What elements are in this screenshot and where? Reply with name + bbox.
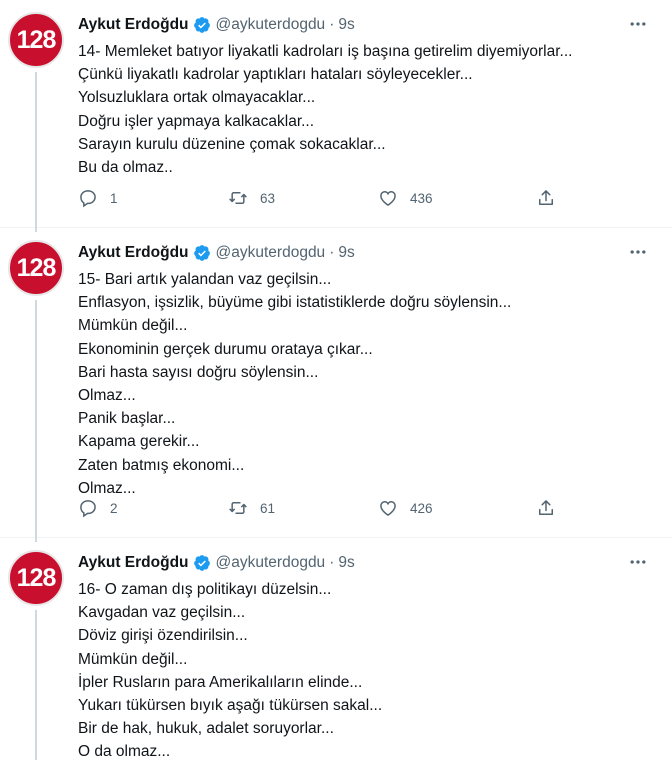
tweet-line: Zaten batmış ekonomi...	[78, 456, 245, 474]
like-button[interactable]: 426	[378, 498, 536, 518]
tweet-header: Aykut Erdoğdu @aykuterdogdu · 9s	[78, 552, 652, 574]
tweet-line: Bari hasta sayısı doğru söylensin...	[78, 363, 319, 381]
timeline: 128 Aykut Erdoğdu @aykuterdogdu · 9s 14-…	[0, 0, 672, 760]
tweet-line: Olmaz...	[78, 386, 136, 404]
tweet-header: Aykut Erdoğdu @aykuterdogdu · 9s	[78, 14, 652, 36]
tweet[interactable]: 128 Aykut Erdoğdu @aykuterdogdu · 9s 14-…	[0, 0, 672, 232]
tweet-line: Enflasyon, işsizlik, büyüme gibi istatis…	[78, 294, 512, 312]
retweet-count: 61	[260, 500, 276, 516]
more-options-icon[interactable]	[626, 240, 650, 264]
author-name[interactable]: Aykut Erdoğdu	[78, 16, 189, 34]
share-button[interactable]	[536, 498, 556, 518]
heart-icon	[380, 500, 396, 516]
tweet-line: Sarayın kurulu düzenine çomak sokacaklar…	[78, 135, 386, 153]
more-options-icon[interactable]	[626, 12, 650, 36]
tweet-text: 15- Bari artık yalandan vaz geçilsin... …	[78, 268, 652, 500]
tweet-line: Kapama gerekir...	[78, 433, 200, 451]
tweet-actions: 2 61 426	[78, 496, 612, 520]
thread-line	[35, 72, 37, 232]
reply-count: 1	[110, 190, 118, 206]
avatar[interactable]: 128	[8, 12, 64, 68]
tweet-line: Bu da olmaz..	[78, 158, 173, 176]
retweet-button[interactable]: 61	[228, 498, 378, 518]
tweet-line: 15- Bari artık yalandan vaz geçilsin...	[78, 271, 332, 288]
thread-line	[35, 610, 37, 760]
timestamp[interactable]: 9s	[338, 244, 354, 262]
retweet-icon	[229, 502, 247, 514]
tweet[interactable]: 128 Aykut Erdoğdu @aykuterdogdu · 9s 16-…	[0, 538, 672, 760]
tweet-line: Mümkün değil...	[78, 650, 188, 668]
tweet-text: 14- Memleket batıyor liyakatli kadroları…	[78, 40, 652, 179]
tweet-line: Yolsuzluklara ortak olmayacaklar...	[78, 89, 316, 107]
tweet-line: Kavgadan vaz geçilsin...	[78, 604, 246, 622]
tweet-line: İpler Rusların para Amerikalıların elind…	[78, 673, 363, 691]
tweet-line: Panik başlar...	[78, 410, 176, 428]
reply-icon	[80, 190, 96, 208]
tweet-line: O da olmaz...	[78, 743, 171, 761]
timestamp[interactable]: 9s	[338, 554, 354, 572]
more-options-icon[interactable]	[626, 550, 650, 574]
tweet-text: 16- O zaman dış politikayı düzelsin... K…	[78, 578, 652, 764]
separator-dot: ·	[329, 244, 335, 261]
tweet-line: 16- O zaman dış politikayı düzelsin...	[78, 581, 332, 598]
retweet-icon	[229, 192, 247, 204]
tweet-line: Çünkü liyakatlı kadrolar yaptıkları hata…	[78, 66, 473, 84]
author-name[interactable]: Aykut Erdoğdu	[78, 244, 189, 262]
share-button[interactable]	[536, 188, 556, 208]
verified-badge-icon	[193, 555, 210, 571]
separator-dot: ·	[329, 16, 335, 33]
tweet-line: Mümkün değil...	[78, 317, 188, 335]
verified-badge-icon	[193, 17, 210, 33]
author-handle[interactable]: @aykuterdogdu	[216, 244, 326, 262]
author-name[interactable]: Aykut Erdoğdu	[78, 554, 189, 572]
like-button[interactable]: 436	[378, 188, 536, 208]
tweet-actions: 1 63 436	[78, 186, 612, 210]
tweet-line: Döviz girişi özendirilsin...	[78, 627, 248, 645]
verified-badge-icon	[193, 245, 210, 261]
reply-button[interactable]: 2	[78, 498, 228, 518]
tweet-header: Aykut Erdoğdu @aykuterdogdu · 9s	[78, 242, 652, 264]
tweet-line: 14- Memleket batıyor liyakatli kadroları…	[78, 43, 573, 60]
retweet-count: 63	[260, 190, 276, 206]
share-icon	[539, 500, 553, 515]
author-handle[interactable]: @aykuterdogdu	[216, 16, 326, 34]
like-count: 426	[410, 500, 433, 516]
retweet-button[interactable]: 63	[228, 188, 378, 208]
share-icon	[539, 190, 553, 205]
reply-icon	[80, 500, 96, 518]
timestamp[interactable]: 9s	[338, 16, 354, 34]
reply-button[interactable]: 1	[78, 188, 228, 208]
heart-icon	[380, 190, 396, 206]
author-handle[interactable]: @aykuterdogdu	[216, 554, 326, 572]
avatar[interactable]: 128	[8, 240, 64, 296]
reply-count: 2	[110, 500, 118, 516]
tweet-line: Bir de hak, hukuk, adalet soruyorlar...	[78, 720, 334, 738]
avatar[interactable]: 128	[8, 550, 64, 606]
separator-dot: ·	[329, 554, 335, 571]
like-count: 436	[410, 190, 433, 206]
tweet-line: Yukarı tükürsen bıyık aşağı tükürsen sak…	[78, 696, 383, 714]
tweet-line: Doğru işler yapmaya kalkacaklar...	[78, 112, 315, 130]
tweet[interactable]: 128 Aykut Erdoğdu @aykuterdogdu · 9s 15-…	[0, 228, 672, 542]
thread-line	[35, 300, 37, 542]
tweet-line: Ekonominin gerçek durumu orataya çıkar..…	[78, 340, 373, 358]
